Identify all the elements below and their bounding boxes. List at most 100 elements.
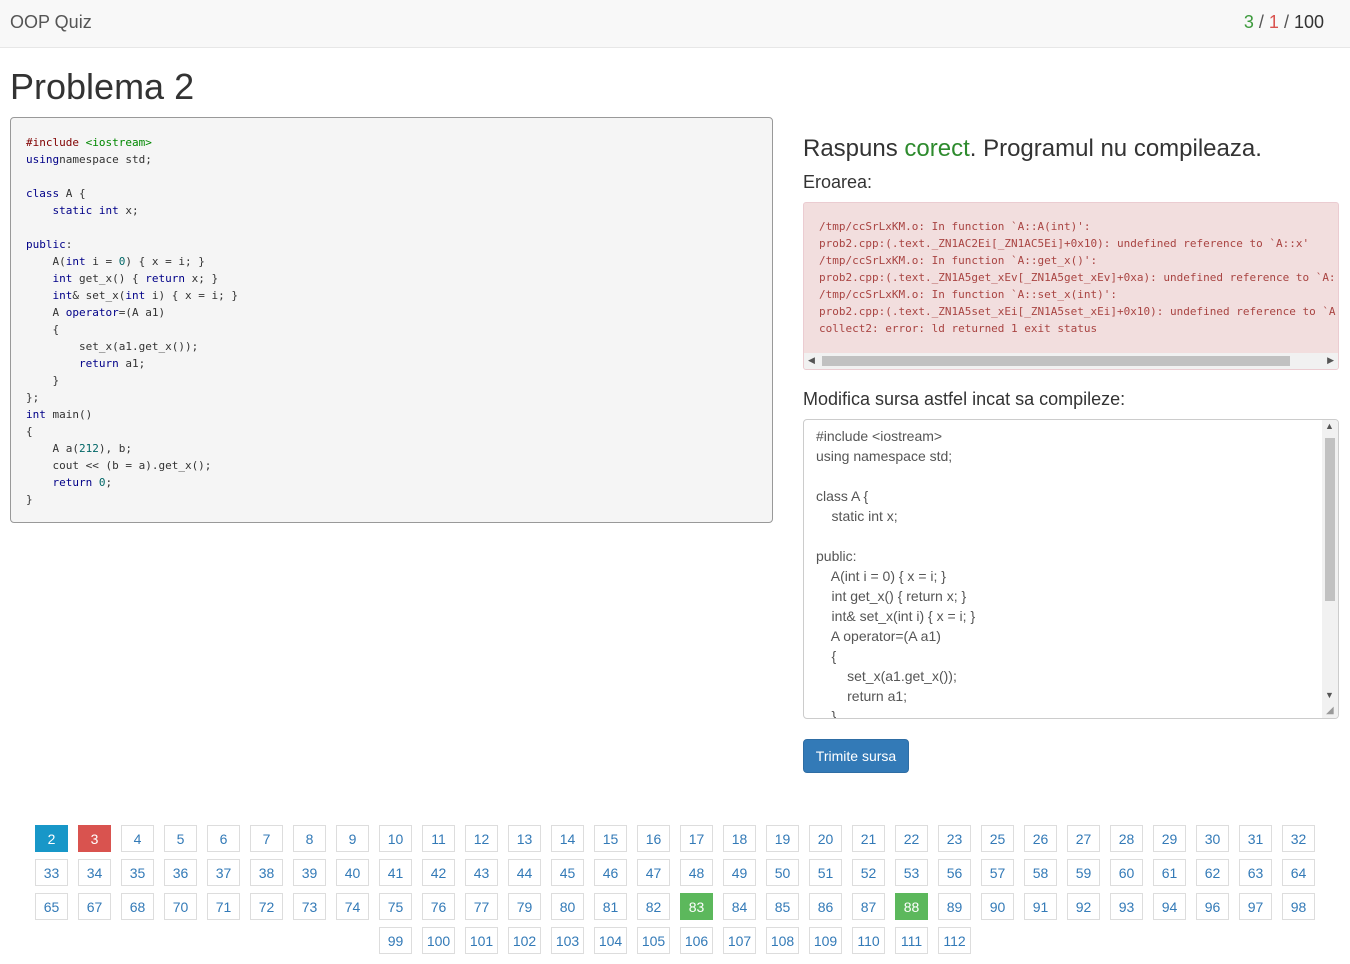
page-link-93[interactable]: 93 (1110, 893, 1143, 920)
page-link-51[interactable]: 51 (809, 859, 842, 886)
page-link-89[interactable]: 89 (938, 893, 971, 920)
page-link-40[interactable]: 40 (336, 859, 369, 886)
page-link-96[interactable]: 96 (1196, 893, 1229, 920)
page-link-87[interactable]: 87 (852, 893, 885, 920)
page-link-71[interactable]: 71 (207, 893, 240, 920)
page-link-109[interactable]: 109 (809, 927, 842, 954)
page-link-9[interactable]: 9 (336, 825, 369, 852)
page-link-43[interactable]: 43 (465, 859, 498, 886)
scroll-right-arrow-icon[interactable]: ▶ (1327, 355, 1334, 366)
page-link-56[interactable]: 56 (938, 859, 971, 886)
page-link-27[interactable]: 27 (1067, 825, 1100, 852)
page-link-98[interactable]: 98 (1282, 893, 1315, 920)
page-link-13[interactable]: 13 (508, 825, 541, 852)
page-link-46[interactable]: 46 (594, 859, 627, 886)
page-link-99[interactable]: 99 (379, 927, 412, 954)
page-link-41[interactable]: 41 (379, 859, 412, 886)
page-link-79[interactable]: 79 (508, 893, 541, 920)
page-link-21[interactable]: 21 (852, 825, 885, 852)
page-link-39[interactable]: 39 (293, 859, 326, 886)
page-link-32[interactable]: 32 (1282, 825, 1315, 852)
editor-scroll-thumb[interactable] (1325, 438, 1335, 601)
page-link-72[interactable]: 72 (250, 893, 283, 920)
page-link-97[interactable]: 97 (1239, 893, 1272, 920)
page-link-81[interactable]: 81 (594, 893, 627, 920)
page-link-94[interactable]: 94 (1153, 893, 1186, 920)
source-editor[interactable]: #include <iostream> using namespace std;… (803, 419, 1339, 719)
app-brand[interactable]: OOP Quiz (10, 12, 92, 33)
page-link-91[interactable]: 91 (1024, 893, 1057, 920)
page-link-38[interactable]: 38 (250, 859, 283, 886)
page-link-57[interactable]: 57 (981, 859, 1014, 886)
page-link-42[interactable]: 42 (422, 859, 455, 886)
page-link-34[interactable]: 34 (78, 859, 111, 886)
page-link-103[interactable]: 103 (551, 927, 584, 954)
page-link-17[interactable]: 17 (680, 825, 713, 852)
page-link-12[interactable]: 12 (465, 825, 498, 852)
source-editor-text[interactable]: #include <iostream> using namespace std;… (804, 420, 1338, 718)
page-link-44[interactable]: 44 (508, 859, 541, 886)
page-link-90[interactable]: 90 (981, 893, 1014, 920)
page-link-52[interactable]: 52 (852, 859, 885, 886)
page-link-15[interactable]: 15 (594, 825, 627, 852)
page-link-20[interactable]: 20 (809, 825, 842, 852)
page-link-100[interactable]: 100 (422, 927, 455, 954)
page-link-105[interactable]: 105 (637, 927, 670, 954)
page-link-2[interactable]: 2 (35, 825, 68, 852)
page-link-30[interactable]: 30 (1196, 825, 1229, 852)
page-link-19[interactable]: 19 (766, 825, 799, 852)
page-link-64[interactable]: 64 (1282, 859, 1315, 886)
page-link-50[interactable]: 50 (766, 859, 799, 886)
page-link-68[interactable]: 68 (121, 893, 154, 920)
page-link-37[interactable]: 37 (207, 859, 240, 886)
page-link-26[interactable]: 26 (1024, 825, 1057, 852)
page-link-3[interactable]: 3 (78, 825, 111, 852)
page-link-7[interactable]: 7 (250, 825, 283, 852)
page-link-73[interactable]: 73 (293, 893, 326, 920)
submit-source-button[interactable]: Trimite sursa (803, 739, 909, 773)
page-link-62[interactable]: 62 (1196, 859, 1229, 886)
page-link-48[interactable]: 48 (680, 859, 713, 886)
page-link-4[interactable]: 4 (121, 825, 154, 852)
page-link-60[interactable]: 60 (1110, 859, 1143, 886)
page-link-83[interactable]: 83 (680, 893, 713, 920)
page-link-110[interactable]: 110 (852, 927, 885, 954)
page-link-31[interactable]: 31 (1239, 825, 1272, 852)
page-link-92[interactable]: 92 (1067, 893, 1100, 920)
editor-vertical-scrollbar[interactable]: ▲ ▼ ◢ (1322, 420, 1338, 718)
scroll-up-arrow-icon[interactable]: ▲ (1325, 421, 1334, 431)
page-link-106[interactable]: 106 (680, 927, 713, 954)
page-link-108[interactable]: 108 (766, 927, 799, 954)
page-link-63[interactable]: 63 (1239, 859, 1272, 886)
page-link-80[interactable]: 80 (551, 893, 584, 920)
page-link-59[interactable]: 59 (1067, 859, 1100, 886)
page-link-102[interactable]: 102 (508, 927, 541, 954)
scroll-down-arrow-icon[interactable]: ▼ (1325, 690, 1334, 700)
page-link-111[interactable]: 111 (895, 927, 928, 954)
page-link-5[interactable]: 5 (164, 825, 197, 852)
page-link-75[interactable]: 75 (379, 893, 412, 920)
page-link-18[interactable]: 18 (723, 825, 756, 852)
page-link-49[interactable]: 49 (723, 859, 756, 886)
page-link-53[interactable]: 53 (895, 859, 928, 886)
page-link-45[interactable]: 45 (551, 859, 584, 886)
page-link-47[interactable]: 47 (637, 859, 670, 886)
page-link-101[interactable]: 101 (465, 927, 498, 954)
page-link-16[interactable]: 16 (637, 825, 670, 852)
error-scroll-thumb[interactable] (822, 356, 1290, 366)
page-link-88[interactable]: 88 (895, 893, 928, 920)
page-link-107[interactable]: 107 (723, 927, 756, 954)
page-link-77[interactable]: 77 (465, 893, 498, 920)
page-link-65[interactable]: 65 (35, 893, 68, 920)
page-link-85[interactable]: 85 (766, 893, 799, 920)
error-horizontal-scrollbar[interactable]: ◀ ▶ (804, 353, 1338, 369)
page-link-112[interactable]: 112 (938, 927, 971, 954)
page-link-84[interactable]: 84 (723, 893, 756, 920)
resize-grip-icon[interactable]: ◢ (1326, 705, 1334, 716)
page-link-86[interactable]: 86 (809, 893, 842, 920)
page-link-11[interactable]: 11 (422, 825, 455, 852)
page-link-22[interactable]: 22 (895, 825, 928, 852)
page-link-58[interactable]: 58 (1024, 859, 1057, 886)
page-link-10[interactable]: 10 (379, 825, 412, 852)
page-link-23[interactable]: 23 (938, 825, 971, 852)
